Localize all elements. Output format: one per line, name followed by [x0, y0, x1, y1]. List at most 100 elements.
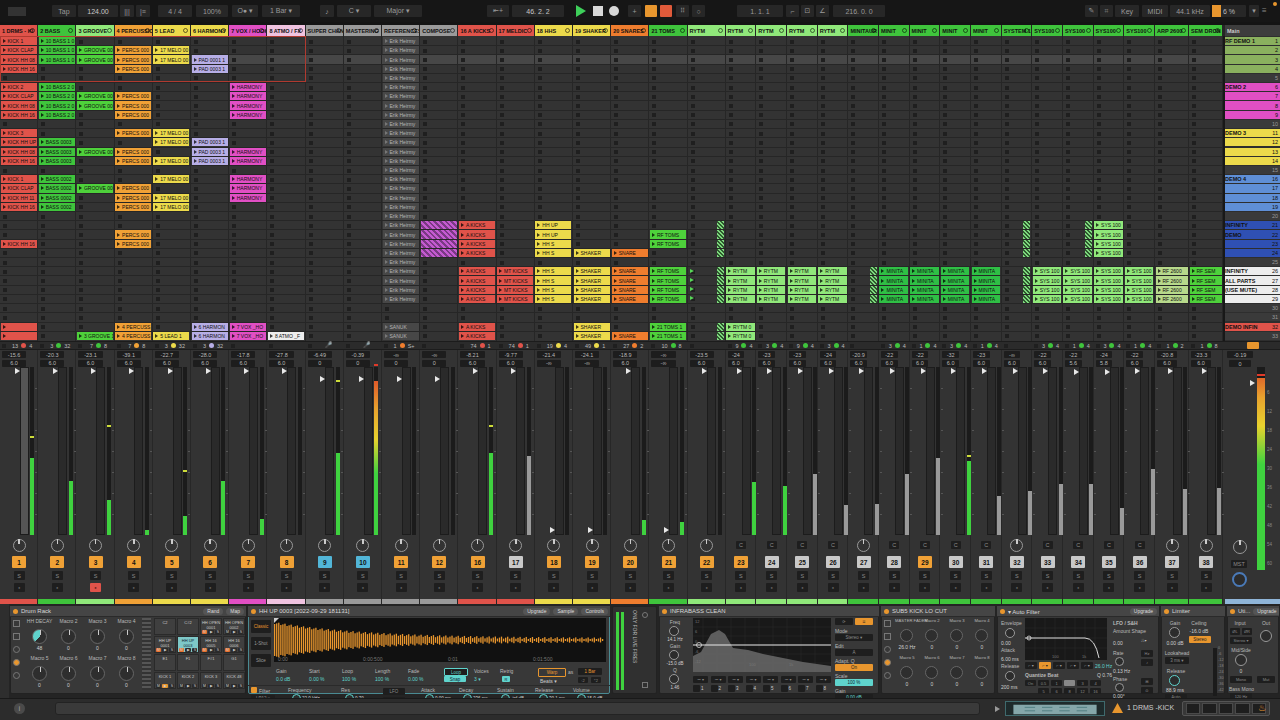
volume-field-channel-31[interactable]: 6.0	[973, 360, 990, 367]
clip-slot[interactable]: RF SEM	[1190, 295, 1222, 303]
clip-play-icon[interactable]	[385, 48, 388, 52]
clip-slot[interactable]: RF 2600	[1156, 267, 1188, 275]
clip-slot[interactable]: RYTM	[788, 267, 817, 275]
fader-track-channel-6[interactable]	[211, 367, 220, 535]
clip-slot[interactable]: A KICKS	[459, 286, 495, 294]
scene-slot-31[interactable]: 31	[1225, 313, 1280, 321]
clip-slot[interactable]: HARMONY	[230, 194, 266, 202]
clip-play-icon[interactable]	[820, 279, 823, 283]
clip-play-icon[interactable]	[576, 297, 579, 301]
fader-handle-channel-2[interactable]	[53, 368, 58, 374]
fader-track-channel-25[interactable]	[803, 367, 812, 535]
crossfade-assign-23[interactable]: C	[736, 541, 746, 549]
map-button[interactable]: Map	[226, 608, 244, 615]
clip-slot[interactable]: RYTM	[788, 286, 817, 294]
fader-track-channel-24[interactable]	[772, 367, 781, 535]
clip-play-icon[interactable]	[3, 334, 6, 338]
clip-play-icon[interactable]	[232, 113, 235, 117]
stop-all-clips-button[interactable]	[942, 344, 946, 348]
clip-slot[interactable]: MINITA	[879, 267, 908, 275]
macro-knob[interactable]	[925, 666, 938, 679]
arrangement-position-field[interactable]: 46. 2. 2	[512, 5, 564, 17]
clip-slot[interactable]: SYS 100	[1063, 286, 1092, 294]
clip-slot[interactable]: SYS 100	[1094, 240, 1123, 248]
clip-slot[interactable]: 17 MELO 00	[153, 129, 189, 137]
clip-play-icon[interactable]	[232, 196, 235, 200]
play-button[interactable]	[576, 5, 586, 17]
band-enable-3[interactable]	[728, 685, 735, 692]
clip-slot[interactable]: A KICKS	[459, 332, 495, 340]
device-on-toggle[interactable]	[1164, 609, 1169, 614]
track-activator-18[interactable]: 18	[547, 556, 561, 568]
clip-slot[interactable]: SYS 100	[1033, 295, 1062, 303]
monitor-icon[interactable]	[450, 28, 455, 33]
track-header-33[interactable]: SYS100	[1124, 25, 1154, 36]
volume-field-channel-2[interactable]: 6.0	[40, 360, 64, 367]
track-activator-23[interactable]: 23	[734, 556, 748, 568]
group-hatch-clip[interactable]	[717, 240, 724, 248]
loop-start-field[interactable]: 1. 1. 1	[737, 5, 783, 17]
clip-slot[interactable]: SYS 100	[1125, 286, 1154, 294]
fader-handle-channel-7[interactable]	[244, 368, 249, 374]
stop-all-clips-button[interactable]	[1191, 344, 1195, 348]
clip-play-icon[interactable]	[41, 94, 44, 98]
reference-clip[interactable]: Erik Heirmy	[383, 148, 419, 156]
volume-field-channel-24[interactable]: 6.0	[758, 360, 775, 367]
clip-play-icon[interactable]	[614, 288, 617, 292]
eq-mode-icon[interactable]: ≣	[855, 618, 873, 625]
clip-play-icon[interactable]	[974, 297, 977, 301]
scene-slot-16[interactable]: DEMO 416	[1225, 175, 1280, 183]
clip-play-icon[interactable]	[537, 242, 540, 246]
fader-handle-channel-1[interactable]	[15, 368, 20, 374]
arm-button-28[interactable]: ●	[889, 583, 900, 592]
group-hatch-clip[interactable]	[1085, 249, 1092, 257]
crossfade-assign-29[interactable]: C	[920, 541, 930, 549]
pan-knob-3[interactable]	[89, 539, 102, 552]
clip-slot[interactable]: 4 PERCUSS	[115, 332, 151, 340]
clip-play-icon[interactable]	[3, 196, 6, 200]
track-header-29[interactable]: SYSTEM 1U	[1002, 25, 1032, 36]
clip-play-icon[interactable]	[652, 334, 655, 338]
monitor-icon[interactable]	[932, 28, 937, 33]
fader-handle-channel-38[interactable]	[1202, 368, 1207, 374]
clip-play-icon[interactable]	[974, 279, 977, 283]
fader-track-channel-5[interactable]	[173, 367, 182, 535]
clip-slot[interactable]: RYTM	[757, 276, 786, 284]
quantize-btn-0.5[interactable]: 0.5	[1038, 680, 1049, 686]
clip-play-icon[interactable]	[461, 233, 464, 237]
beats-mode[interactable]: Beats ▾	[540, 678, 557, 684]
clip-play-icon[interactable]	[385, 260, 388, 264]
clip-slot[interactable]: KICK 1	[1, 175, 37, 183]
arm-button-19[interactable]: ●	[587, 583, 598, 592]
clip-play-icon[interactable]	[912, 288, 915, 292]
track-activator-24[interactable]: 24	[765, 556, 779, 568]
scene-slot-6[interactable]: DEMO 26	[1225, 83, 1280, 91]
mono-button[interactable]: Mono	[1230, 676, 1252, 683]
clip-play-icon[interactable]	[155, 131, 158, 135]
clip-slot[interactable]: SHAKER	[574, 286, 610, 294]
clip-slot[interactable]: SNARE	[612, 249, 648, 257]
auto-filter-title[interactable]: ▾ Auto FilterUpgrade	[997, 606, 1159, 617]
arm-button-25[interactable]: ●	[797, 583, 808, 592]
phase-l[interactable]: ØL	[1230, 628, 1240, 635]
add-track-button[interactable]: +	[628, 5, 641, 17]
stop-all-clips-button[interactable]	[912, 344, 916, 348]
mute-button[interactable]: Mut	[1257, 676, 1275, 683]
track-header-26[interactable]: MINIT	[910, 25, 940, 36]
fader-handle-channel-36[interactable]	[1135, 368, 1140, 374]
scene-slot-5[interactable]: 5	[1225, 74, 1280, 82]
track-activator-36[interactable]: 36	[1133, 556, 1147, 568]
rack-side-icon[interactable]	[884, 646, 891, 653]
clip-play-icon[interactable]	[3, 150, 6, 154]
clip-play-icon[interactable]	[41, 205, 44, 209]
clip-play-icon[interactable]	[194, 140, 197, 144]
loop-toggle[interactable]: Loop	[444, 668, 468, 676]
clip-play-icon[interactable]	[3, 186, 6, 190]
crossfade-assign-35[interactable]: C	[1104, 541, 1114, 549]
solo-button-28[interactable]: S	[889, 571, 900, 580]
clip-slot[interactable]: 17 MELO 00	[153, 194, 189, 202]
monitor-icon[interactable]	[30, 28, 35, 33]
clip-play-icon[interactable]	[974, 288, 977, 292]
arm-button-16[interactable]: ●	[472, 583, 483, 592]
clip-slot[interactable]: PAD 0003 1	[192, 148, 228, 156]
